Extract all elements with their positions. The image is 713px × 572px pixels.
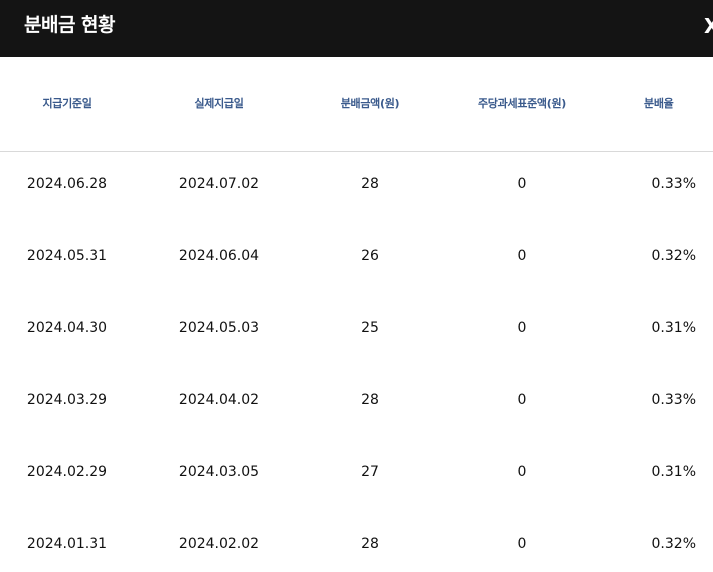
column-header-tax-base-per-share: 주당과세표준액(원) (477, 97, 566, 110)
cell-payment-date: 2024.02.02 (178, 536, 260, 552)
cell-payment-date: 2024.07.02 (178, 176, 260, 192)
column-header-distribution-amount: 분배금액(원) (340, 97, 400, 110)
cell-base-date: 2024.05.31 (26, 248, 108, 264)
cell-distribution-amount: 26 (361, 248, 379, 264)
cell-distribution-rate: 0.32% (651, 536, 696, 552)
cell-distribution-rate: 0.31% (651, 320, 696, 336)
column-header-payment-date: 실제지급일 (194, 97, 244, 110)
table-header: 지급기준일 실제지급일 분배금액(원) 주당과세표준액(원) 분배율 (0, 57, 713, 152)
cell-distribution-rate: 0.31% (651, 464, 696, 480)
cell-distribution-amount: 28 (361, 392, 379, 408)
cell-base-date: 2024.06.28 (26, 176, 108, 192)
table-row: 2024.05.31 2024.06.04 26 0 0.32% (0, 224, 713, 296)
cell-payment-date: 2024.04.02 (178, 392, 260, 408)
modal-title: 분배금 현황 (24, 14, 116, 36)
cell-base-date: 2024.03.29 (26, 392, 108, 408)
distribution-modal: 분배금 현황 X 지급기준일 실제지급일 분배금액(원) 주당과세표준액(원) … (0, 0, 713, 572)
table-row: 2024.06.28 2024.07.02 28 0 0.33% (0, 152, 713, 224)
cell-distribution-amount: 28 (361, 176, 379, 192)
cell-tax-base: 0 (517, 536, 527, 552)
cell-distribution-rate: 0.32% (651, 248, 696, 264)
cell-tax-base: 0 (517, 248, 527, 264)
modal-header: 분배금 현황 X (0, 0, 713, 57)
cell-tax-base: 0 (517, 392, 527, 408)
cell-distribution-amount: 25 (361, 320, 379, 336)
cell-distribution-amount: 28 (361, 536, 379, 552)
cell-distribution-rate: 0.33% (651, 176, 696, 192)
cell-base-date: 2024.02.29 (26, 464, 108, 480)
cell-base-date: 2024.04.30 (26, 320, 108, 336)
table-row: 2024.02.29 2024.03.05 27 0 0.31% (0, 440, 713, 512)
cell-tax-base: 0 (517, 320, 527, 336)
close-button[interactable]: X (704, 13, 713, 39)
column-header-distribution-rate: 분배율 (644, 97, 674, 110)
cell-tax-base: 0 (517, 176, 527, 192)
table-row: 2024.04.30 2024.05.03 25 0 0.31% (0, 296, 713, 368)
table-body: 2024.06.28 2024.07.02 28 0 0.33% 2024.05… (0, 152, 713, 572)
table-row: 2024.03.29 2024.04.02 28 0 0.33% (0, 368, 713, 440)
table-row: 2024.01.31 2024.02.02 28 0 0.32% (0, 512, 713, 572)
cell-distribution-amount: 27 (361, 464, 379, 480)
cell-base-date: 2024.01.31 (26, 536, 108, 552)
cell-payment-date: 2024.05.03 (178, 320, 260, 336)
cell-tax-base: 0 (517, 464, 527, 480)
cell-payment-date: 2024.03.05 (178, 464, 260, 480)
cell-distribution-rate: 0.33% (651, 392, 696, 408)
column-header-base-date: 지급기준일 (42, 97, 92, 110)
cell-payment-date: 2024.06.04 (178, 248, 260, 264)
